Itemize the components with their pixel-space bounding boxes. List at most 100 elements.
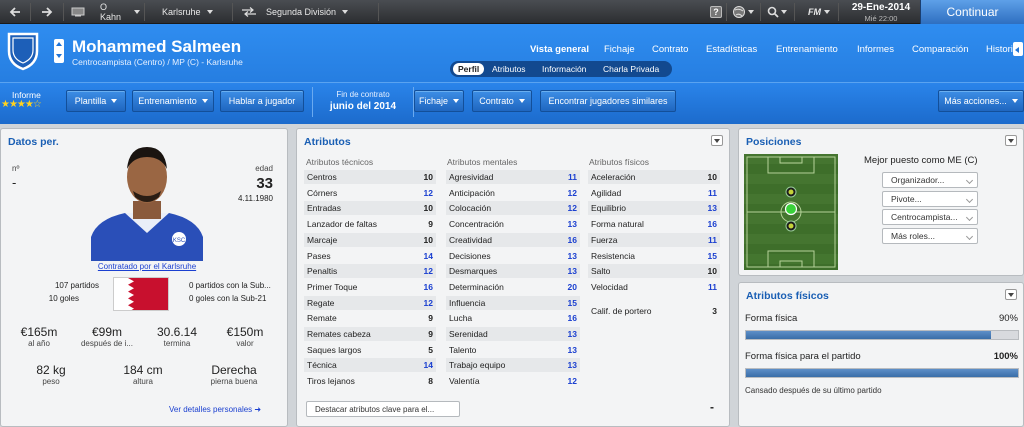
manager-menu[interactable]: O Kahn xyxy=(94,0,140,24)
partido-bar-fill xyxy=(746,369,1018,377)
tecnico-row[interactable]: Tiros lejanos 8 xyxy=(304,374,436,388)
fisico-row[interactable]: Agilidad 11 xyxy=(588,186,720,200)
fisico-row[interactable]: Equilibrio 13 xyxy=(588,201,720,216)
globe-icon[interactable] xyxy=(730,0,756,24)
tab-entrenamiento[interactable]: Entrenamiento xyxy=(776,44,838,55)
goles-sub21: 0 goles con la Sub-21 xyxy=(189,294,267,303)
role-organizador[interactable]: Organizador... xyxy=(882,172,978,188)
search-icon[interactable] xyxy=(764,0,790,24)
subtab-perfil[interactable]: Perfil xyxy=(453,63,485,75)
entrenamiento-label: Entrenamiento xyxy=(138,96,197,106)
tab-contrato[interactable]: Contrato xyxy=(652,44,688,55)
portero-label: Calif. de portero xyxy=(591,306,652,316)
mental-row[interactable]: Valentía 12 xyxy=(446,374,580,388)
tecnico-row[interactable]: Marcaje 10 xyxy=(304,232,436,247)
partido-value: 100% xyxy=(993,351,1018,362)
loan-link[interactable]: Contratado por el Karlsruhe xyxy=(61,262,233,271)
tecnico-value: 5 xyxy=(428,344,433,355)
tecnico-row[interactable]: Regate 12 xyxy=(304,295,436,310)
fisico-value: 11 xyxy=(708,234,717,245)
role-centrocampista[interactable]: Centrocampista... xyxy=(882,209,978,225)
mental-row[interactable]: Colocación 12 xyxy=(446,201,580,216)
tecnico-row[interactable]: Córners 12 xyxy=(304,186,436,200)
nav-more-stepper[interactable] xyxy=(1013,42,1023,56)
tecnico-row[interactable]: Penaltis 12 xyxy=(304,264,436,279)
tab-vista-general[interactable]: Vista general xyxy=(530,44,589,55)
mental-row[interactable]: Concentración 13 xyxy=(446,217,580,231)
tecnico-row[interactable]: Entradas 10 xyxy=(304,201,436,216)
encontrar-similares-button[interactable]: Encontrar jugadores similares xyxy=(540,90,676,112)
tecnico-row[interactable]: Remates cabeza 9 xyxy=(304,327,436,341)
club-badge-icon[interactable] xyxy=(6,31,40,71)
height-value: 184 cm xyxy=(123,363,163,377)
tecnico-row[interactable]: Primer Toque 16 xyxy=(304,280,436,294)
tecnico-row[interactable]: Pases 14 xyxy=(304,249,436,263)
league-name: Segunda División xyxy=(266,7,337,17)
star-rating[interactable]: ★★★★☆ xyxy=(1,99,42,110)
mental-row[interactable]: Trabajo equipo 13 xyxy=(446,358,580,373)
entrenamiento-button[interactable]: Entrenamiento xyxy=(132,90,214,112)
player-name: Mohammed Salmeen xyxy=(72,37,242,56)
hablar-button[interactable]: Hablar a jugador xyxy=(220,90,304,112)
mental-row[interactable]: Desmarques 13 xyxy=(446,264,580,279)
fisico-row[interactable]: Velocidad 11 xyxy=(588,280,720,294)
destacar-dropdown[interactable]: Destacar atributos clave para el... xyxy=(306,401,460,417)
club-menu[interactable]: Karlsruhe xyxy=(146,0,213,24)
tecnico-row[interactable]: Centros 10 xyxy=(304,170,436,184)
subtab-charla-privada[interactable]: Charla Privada xyxy=(598,62,664,76)
fisicos-menu-icon[interactable] xyxy=(1005,289,1017,300)
fisico-row[interactable]: Salto 10 xyxy=(588,264,720,279)
mental-row[interactable]: Determinación 20 xyxy=(446,280,580,294)
home-icon[interactable] xyxy=(66,0,90,24)
mental-row[interactable]: Talento 13 xyxy=(446,343,580,357)
mental-row[interactable]: Creatividad 16 xyxy=(446,232,580,247)
tecnico-name: Penaltis xyxy=(307,266,338,277)
mental-row[interactable]: Decisiones 13 xyxy=(446,249,580,263)
transfer-icon[interactable] xyxy=(236,0,262,24)
forward-arrow-icon[interactable] xyxy=(32,0,62,24)
tab-fichaje[interactable]: Fichaje xyxy=(604,44,635,55)
tab-estadisticas[interactable]: Estadísticas xyxy=(706,44,757,55)
fisico-row[interactable]: Fuerza 11 xyxy=(588,232,720,247)
tab-informes[interactable]: Informes xyxy=(857,44,894,55)
player-switch-stepper[interactable] xyxy=(54,39,64,63)
mental-row[interactable]: Influencia 15 xyxy=(446,295,580,310)
mental-row[interactable]: Lucha 16 xyxy=(446,311,580,325)
posiciones-menu-icon[interactable] xyxy=(1005,135,1017,146)
continue-button[interactable]: Continuar xyxy=(920,0,1024,24)
role-mas-roles[interactable]: Más roles... xyxy=(882,228,978,244)
league-menu[interactable]: Segunda División xyxy=(262,0,362,24)
subtab-atributos[interactable]: Atributos xyxy=(487,62,531,76)
fisico-row[interactable]: Aceleración 10 xyxy=(588,170,720,184)
mental-row[interactable]: Serenidad 13 xyxy=(446,327,580,341)
tecnico-row[interactable]: Remate 9 xyxy=(304,311,436,325)
mental-row[interactable]: Agresividad 11 xyxy=(446,170,580,184)
subtab-informacion[interactable]: Información xyxy=(537,62,591,76)
help-icon[interactable]: ? xyxy=(708,0,724,24)
role-pivote[interactable]: Pivote... xyxy=(882,191,978,207)
date-display[interactable]: 29-Ene-2014 Mié 22:00 xyxy=(844,2,918,23)
tab-comparacion[interactable]: Comparación xyxy=(912,44,969,55)
fisico-row[interactable]: Forma natural 16 xyxy=(588,217,720,231)
contrato-button[interactable]: Contrato xyxy=(472,90,532,112)
fisico-name: Salto xyxy=(591,266,611,277)
partido-label: Forma física para el partido xyxy=(745,351,861,362)
fisico-row[interactable]: Resistencia 15 xyxy=(588,249,720,263)
forma-bar xyxy=(745,330,1019,340)
fisicos-header: Atributos físicos xyxy=(589,157,649,167)
back-arrow-icon[interactable] xyxy=(0,0,30,24)
fichaje-button[interactable]: Fichaje xyxy=(414,90,464,112)
manager-name: O Kahn xyxy=(100,2,122,22)
fm-menu[interactable]: FM xyxy=(804,0,834,24)
ver-detalles-link[interactable]: Ver detalles personales ➜ xyxy=(169,405,261,414)
mental-row[interactable]: Anticipación 12 xyxy=(446,186,580,200)
tecnico-row[interactable]: Saques largos 5 xyxy=(304,343,436,357)
tecnico-row[interactable]: Técnica 14 xyxy=(304,358,436,373)
mental-name: Determinación xyxy=(449,281,504,292)
position-pitch[interactable] xyxy=(744,154,838,270)
plantilla-button[interactable]: Plantilla xyxy=(66,90,126,112)
tecnico-value: 12 xyxy=(423,297,433,308)
mas-acciones-button[interactable]: Más acciones... xyxy=(938,90,1024,112)
tecnico-row[interactable]: Lanzador de faltas 9 xyxy=(304,217,436,231)
atributos-menu-icon[interactable] xyxy=(711,135,723,146)
